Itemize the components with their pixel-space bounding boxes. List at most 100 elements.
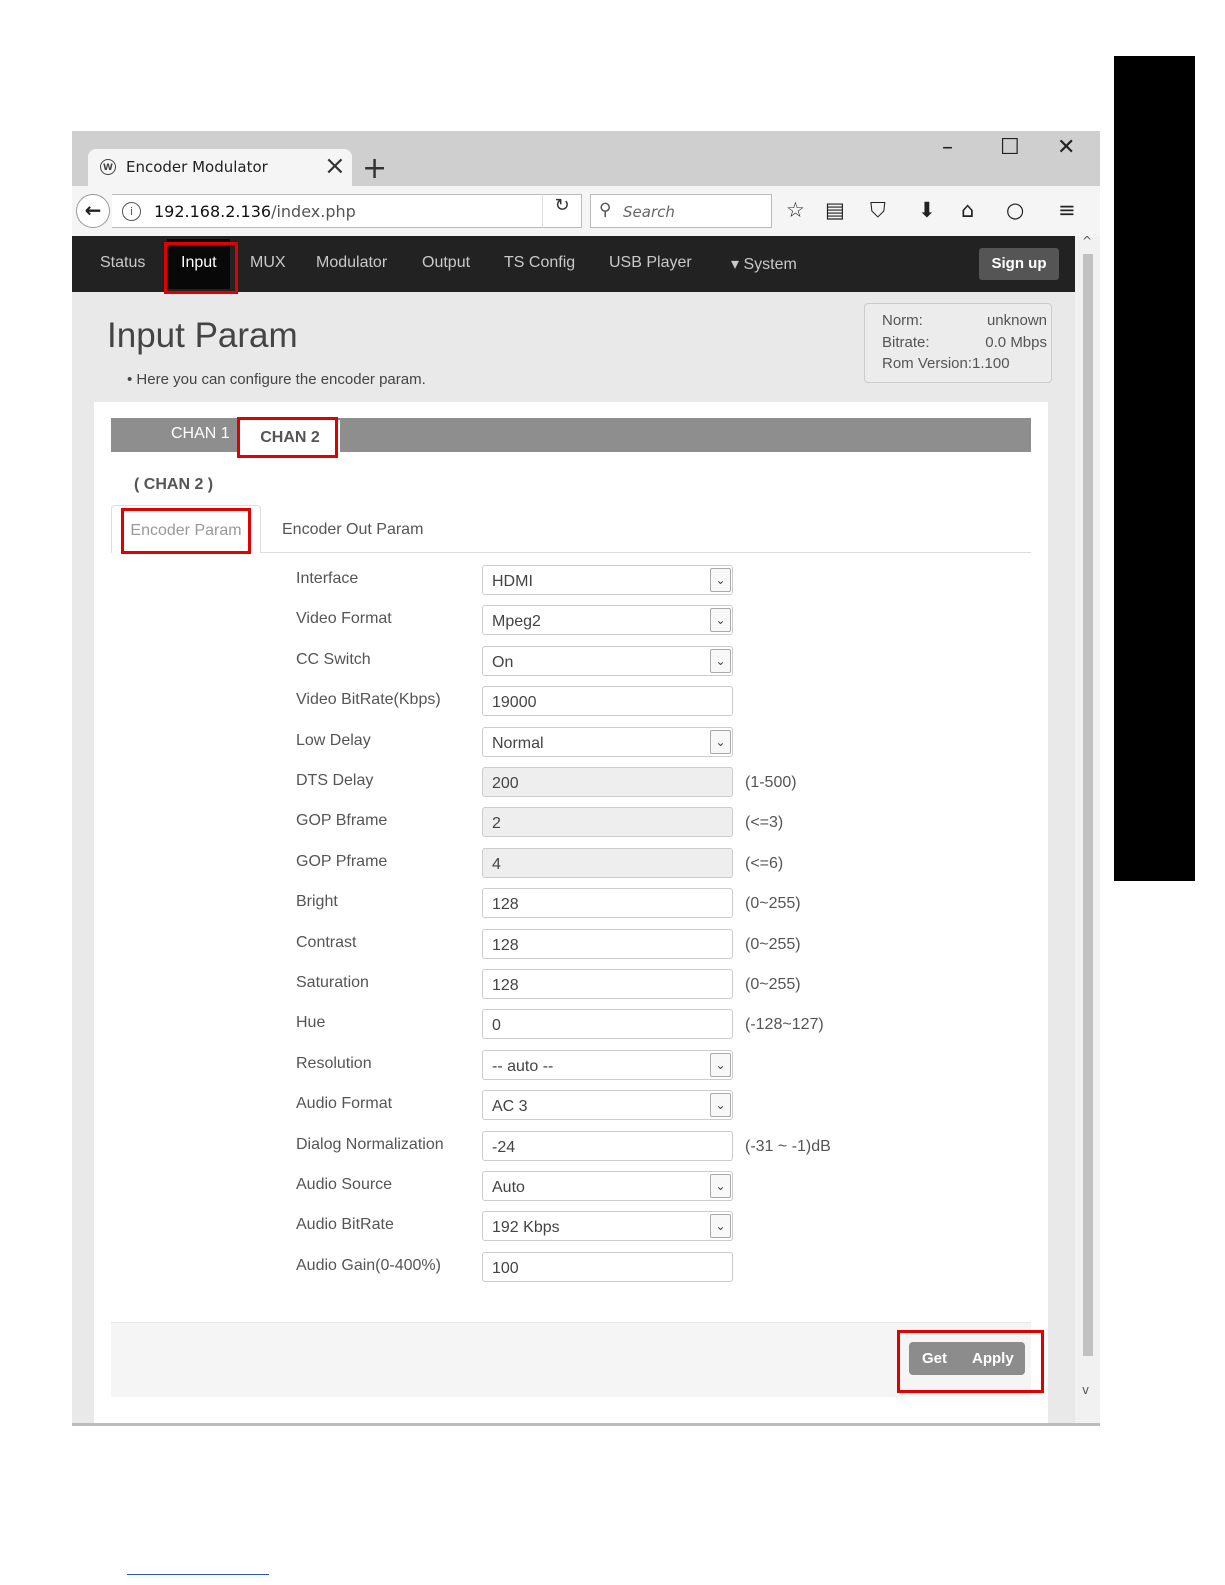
select-field[interactable]: AC 3 ⌄ bbox=[482, 1090, 733, 1121]
close-window-icon[interactable]: ✕ bbox=[1057, 135, 1075, 160]
field-label: Interface bbox=[296, 570, 359, 587]
reading-list-icon[interactable]: ▤ bbox=[825, 198, 845, 222]
field-value: 4 bbox=[492, 855, 501, 873]
reload-icon[interactable]: ↻ bbox=[542, 194, 582, 228]
field-label: Saturation bbox=[296, 974, 369, 991]
chevron-down-icon[interactable]: ⌄ bbox=[710, 568, 731, 592]
chevron-down-icon[interactable]: ⌄ bbox=[710, 608, 731, 633]
menu-mux[interactable]: MUX bbox=[250, 254, 286, 272]
browser-tab[interactable]: W Encoder Modulator × bbox=[88, 149, 352, 186]
search-input[interactable]: ⚲ Search bbox=[590, 194, 772, 228]
field-value: 2 bbox=[492, 815, 501, 833]
sign-up-button[interactable]: Sign up bbox=[979, 248, 1059, 280]
field-label: GOP Bframe bbox=[296, 812, 388, 830]
page-subtitle: • Here you can configure the encoder par… bbox=[127, 371, 426, 388]
chevron-down-icon[interactable]: ⌄ bbox=[710, 1052, 731, 1077]
download-icon[interactable]: ⬇ bbox=[918, 198, 936, 222]
highlight-input bbox=[164, 242, 238, 294]
field-value: Mpeg2 bbox=[492, 613, 541, 631]
select-field[interactable]: HDMI ⌄ bbox=[482, 565, 733, 595]
search-icon: ⚲ bbox=[599, 200, 612, 220]
tab-encoder-out-param[interactable]: Encoder Out Param bbox=[282, 521, 423, 539]
tab-chan-1[interactable]: CHAN 1 bbox=[171, 425, 230, 443]
select-field[interactable]: Normal ⌄ bbox=[482, 726, 733, 757]
chat-icon[interactable]: ○ bbox=[1006, 198, 1024, 222]
field-label: Audio Format bbox=[296, 1095, 393, 1113]
hamburger-menu-icon[interactable]: ≡ bbox=[1058, 198, 1076, 222]
text-field[interactable]: 128 bbox=[482, 969, 733, 999]
highlight-chan-2 bbox=[237, 417, 338, 458]
menu-usb-player[interactable]: USB Player bbox=[609, 254, 692, 272]
chevron-down-icon[interactable]: ⌄ bbox=[710, 648, 731, 673]
text-field[interactable]: 19000 bbox=[482, 686, 733, 717]
field-label: Audio Gain(0-400%) bbox=[296, 1256, 441, 1274]
highlight-buttons bbox=[897, 1330, 1044, 1393]
field-hint: (<=6) bbox=[745, 854, 784, 872]
field-value: HDMI bbox=[492, 573, 533, 590]
text-field[interactable]: 100 bbox=[482, 1251, 733, 1282]
select-field[interactable]: On ⌄ bbox=[482, 645, 733, 676]
back-arrow-icon[interactable]: ← bbox=[76, 194, 110, 228]
chevron-down-icon[interactable]: ⌄ bbox=[710, 1093, 731, 1118]
field-label: Hue bbox=[296, 1014, 326, 1032]
text-field[interactable]: 128 bbox=[482, 888, 733, 919]
field-label: Audio BitRate bbox=[296, 1216, 394, 1234]
text-field[interactable]: 128 bbox=[482, 928, 733, 959]
text-field[interactable]: 0 bbox=[482, 1009, 733, 1040]
chevron-down-icon[interactable]: ⌄ bbox=[710, 1214, 731, 1239]
field-value: 200 bbox=[492, 775, 519, 792]
text-field[interactable]: 200 bbox=[482, 767, 733, 797]
tab-strip: W Encoder Modulator × + – ☐ ✕ bbox=[72, 131, 1100, 186]
field-value: 0 bbox=[492, 1017, 501, 1035]
home-icon[interactable]: ⌂ bbox=[961, 198, 974, 222]
close-tab-icon[interactable]: × bbox=[324, 151, 346, 181]
maximize-icon[interactable]: ☐ bbox=[1000, 135, 1020, 160]
field-label: GOP Pframe bbox=[296, 852, 388, 870]
tab-title: Encoder Modulator bbox=[126, 158, 268, 176]
url-text[interactable]: 192.168.2.136/index.php bbox=[154, 202, 356, 221]
chevron-down-icon[interactable]: ⌄ bbox=[710, 1174, 731, 1198]
current-channel-label: ( CHAN 2 ) bbox=[134, 476, 214, 493]
url-bar[interactable]: i 192.168.2.136/index.php bbox=[112, 194, 582, 228]
new-tab-icon[interactable]: + bbox=[362, 151, 387, 186]
select-field[interactable]: 192 Kbps ⌄ bbox=[482, 1211, 733, 1242]
tab-encoder-param[interactable]: Encoder Param bbox=[121, 508, 251, 554]
field-hint: (-128~127) bbox=[745, 1016, 824, 1034]
settings-panel: CHAN 1 CHAN 2 ( CHAN 2 ) Encoder Param E… bbox=[94, 402, 1048, 1423]
info-icon[interactable]: i bbox=[122, 202, 141, 221]
field-value: Normal bbox=[492, 734, 544, 752]
pocket-icon[interactable]: ⛉ bbox=[870, 198, 886, 223]
scroll-down-icon[interactable]: v bbox=[1082, 1383, 1089, 1397]
scroll-thumb[interactable] bbox=[1083, 254, 1093, 1356]
field-hint: (0~255) bbox=[745, 895, 801, 913]
action-bar: Get Apply bbox=[111, 1322, 1044, 1397]
field-value: 19000 bbox=[492, 694, 537, 712]
chevron-down-icon[interactable]: ⌄ bbox=[710, 729, 731, 754]
field-hint: (0~255) bbox=[745, 976, 801, 993]
select-field[interactable]: Mpeg2 ⌄ bbox=[482, 605, 733, 636]
search-placeholder: Search bbox=[623, 203, 675, 221]
field-hint: (-31 ~ -1)dB bbox=[745, 1137, 831, 1155]
field-value: AC 3 bbox=[492, 1098, 528, 1116]
page-title: Input Param bbox=[107, 316, 298, 355]
scroll-up-icon[interactable]: ^ bbox=[1082, 234, 1092, 248]
menu-output[interactable]: Output bbox=[422, 254, 470, 272]
menu-system[interactable]: ▾ System bbox=[731, 254, 797, 274]
field-label: Resolution bbox=[296, 1054, 372, 1072]
field-hint: (<=3) bbox=[745, 814, 784, 832]
vertical-scrollbar[interactable]: ^ v bbox=[1075, 234, 1100, 1423]
field-label: Low Delay bbox=[296, 731, 371, 749]
field-value: On bbox=[492, 653, 514, 671]
minimize-icon[interactable]: – bbox=[942, 135, 953, 160]
menu-ts-config[interactable]: TS Config bbox=[504, 254, 575, 272]
menu-status[interactable]: Status bbox=[100, 254, 145, 272]
bookmark-star-icon[interactable]: ☆ bbox=[786, 198, 805, 222]
text-field[interactable]: -24 bbox=[482, 1130, 733, 1161]
menu-modulator[interactable]: Modulator bbox=[316, 254, 387, 272]
field-label: Audio Source bbox=[296, 1176, 393, 1193]
text-field[interactable]: 4 bbox=[482, 847, 733, 878]
page-favicon-icon: W bbox=[100, 159, 116, 175]
select-field[interactable]: -- auto -- ⌄ bbox=[482, 1049, 733, 1080]
select-field[interactable]: Auto ⌄ bbox=[482, 1171, 733, 1201]
text-field[interactable]: 2 bbox=[482, 807, 733, 838]
